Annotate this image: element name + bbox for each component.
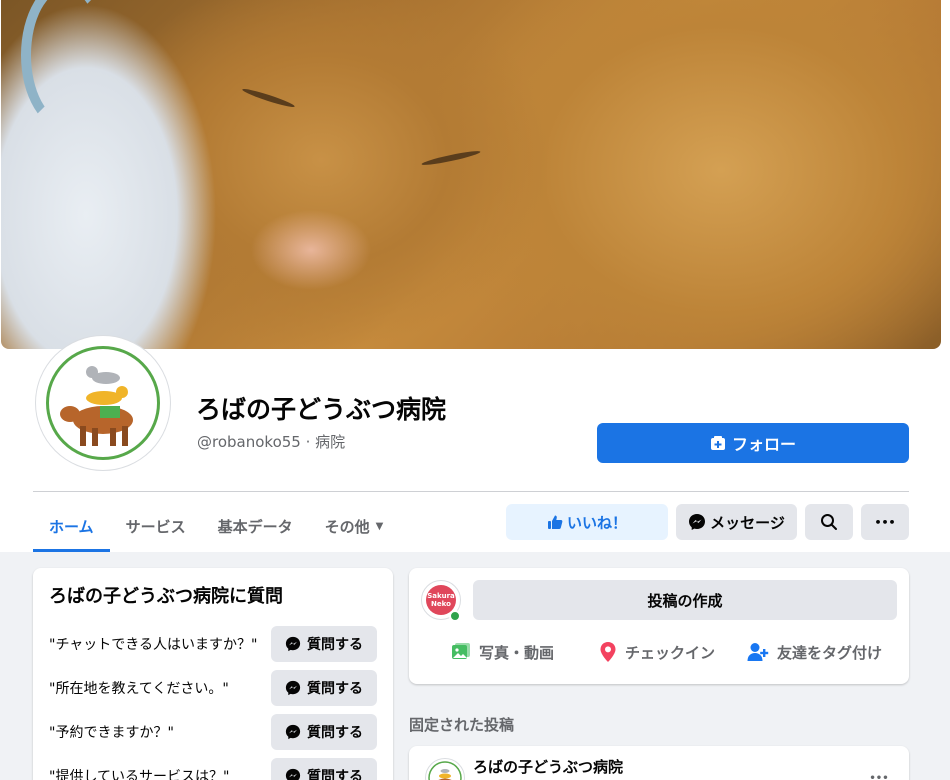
post-author-avatar[interactable] bbox=[425, 758, 465, 780]
page-plus-icon bbox=[710, 436, 725, 450]
post-author-logo bbox=[428, 761, 462, 780]
follow-button-label: フォロー bbox=[731, 435, 796, 454]
online-status-dot bbox=[449, 610, 461, 622]
search-icon bbox=[821, 514, 837, 530]
more-dots-icon: ••• bbox=[874, 515, 896, 529]
ask-question-button[interactable]: 質問する bbox=[271, 670, 377, 706]
create-post-label: 投稿の作成 bbox=[647, 591, 723, 610]
ask-question-button[interactable]: 質問する bbox=[271, 626, 377, 662]
page-handle-category: @robanoko55 · 病院 bbox=[197, 433, 346, 451]
messenger-icon bbox=[285, 724, 301, 740]
tab-services[interactable]: サービス bbox=[110, 500, 202, 552]
tab-about-label: 基本データ bbox=[217, 517, 293, 536]
photo-video-button[interactable]: 写真・動画 bbox=[451, 634, 554, 670]
pinned-posts-heading: 固定された投稿 bbox=[409, 716, 515, 734]
question-row: "提供しているサービスは？" 質問する bbox=[49, 758, 377, 780]
tab-services-label: サービス bbox=[125, 517, 186, 536]
checkin-button[interactable]: チェックイン bbox=[599, 634, 715, 670]
tab-more[interactable]: その他 ▼ bbox=[309, 500, 400, 552]
message-button[interactable]: メッセージ bbox=[676, 504, 797, 540]
tab-about[interactable]: 基本データ bbox=[202, 500, 309, 552]
question-row: "チャットできる人はいますか？" 質問する bbox=[49, 626, 377, 662]
header-divider bbox=[33, 491, 909, 492]
thumbs-up-icon bbox=[547, 515, 563, 529]
cover-blanket-detail bbox=[21, 0, 111, 130]
ask-question-button[interactable]: 質問する bbox=[271, 758, 377, 780]
profile-avatar[interactable] bbox=[36, 336, 170, 470]
create-post-button[interactable]: 投稿の作成 bbox=[473, 580, 897, 620]
questions-title: ろばの子どうぶつ病院に質問 bbox=[49, 586, 283, 607]
caret-down-icon: ▼ bbox=[375, 520, 384, 532]
messenger-icon bbox=[285, 636, 301, 652]
checkin-label: チェックイン bbox=[625, 643, 716, 662]
ask-button-label: 質問する bbox=[307, 637, 363, 653]
like-button-label: いいね！ bbox=[566, 513, 627, 532]
follow-button[interactable]: フォロー bbox=[597, 423, 909, 463]
post-author-name[interactable]: ろばの子どうぶつ病院 bbox=[473, 756, 623, 777]
tag-friends-label: 友達をタグ付け bbox=[777, 643, 883, 662]
photo-video-label: 写真・動画 bbox=[479, 643, 555, 662]
ask-question-button[interactable]: 質問する bbox=[271, 714, 377, 750]
cover-cat-eye-right bbox=[421, 148, 481, 168]
like-button[interactable]: いいね！ bbox=[506, 504, 668, 540]
messenger-icon bbox=[689, 514, 706, 530]
messenger-icon bbox=[285, 680, 301, 696]
location-pin-icon bbox=[600, 642, 616, 662]
messenger-icon bbox=[285, 768, 301, 780]
photo-video-icon bbox=[452, 643, 470, 659]
cover-cat-eye-left bbox=[241, 86, 296, 110]
page-tabs: ホーム サービス 基本データ その他 ▼ bbox=[33, 500, 399, 552]
ask-button-label: 質問する bbox=[307, 725, 363, 741]
tag-friends-icon bbox=[747, 643, 769, 661]
tag-friends-button[interactable]: 友達をタグ付け bbox=[747, 634, 882, 670]
more-dots-icon: ••• bbox=[869, 772, 889, 780]
cover-photo[interactable] bbox=[1, 0, 941, 349]
ask-button-label: 質問する bbox=[307, 769, 363, 780]
pinned-post-card: ろばの子どうぶつ病院 ••• bbox=[409, 746, 909, 780]
question-row: "所在地を教えてください。" 質問する bbox=[49, 670, 377, 706]
page-title: ろばの子どうぶつ病院 bbox=[196, 395, 447, 424]
ask-questions-card: ろばの子どうぶつ病院に質問 "チャットできる人はいますか？" 質問する "所在地… bbox=[33, 568, 393, 780]
post-options-button[interactable]: ••• bbox=[861, 760, 897, 780]
tab-more-label: その他 bbox=[324, 517, 370, 536]
question-row: "予約できますか？" 質問する bbox=[49, 714, 377, 750]
message-button-label: メッセージ bbox=[710, 513, 785, 532]
more-button[interactable]: ••• bbox=[861, 504, 909, 540]
ask-button-label: 質問する bbox=[307, 681, 363, 697]
search-button[interactable] bbox=[805, 504, 853, 540]
post-composer-card: Sakura Neko 投稿の作成 写真・動画 チェックイン 友達をタグ付け bbox=[409, 568, 909, 684]
tab-home-label: ホーム bbox=[49, 517, 94, 536]
avatar-logo-ring bbox=[46, 346, 160, 460]
tab-home[interactable]: ホーム bbox=[33, 500, 110, 552]
